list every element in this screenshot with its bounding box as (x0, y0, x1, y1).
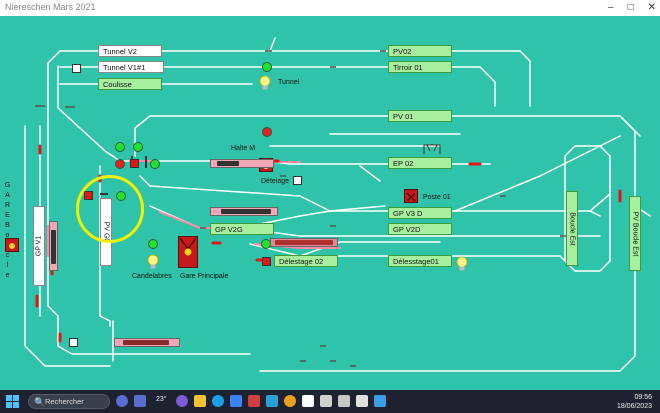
app-icon[interactable] (194, 395, 206, 407)
lightbulb-tunnel-icon[interactable] (258, 75, 272, 91)
app-icon[interactable] (338, 395, 350, 407)
button-gare-principale[interactable] (178, 236, 198, 268)
freight-icon (123, 340, 169, 345)
train-gp-v2[interactable] (270, 238, 338, 247)
train-bottom[interactable] (114, 338, 180, 347)
label-gp-v3-d[interactable]: GP V3 D (388, 207, 452, 219)
text-halte-m: Halte M (231, 145, 256, 152)
text-candelabres: Candelabres (132, 273, 172, 280)
search-placeholder: Rechercher (45, 397, 84, 406)
app-icon[interactable] (134, 395, 146, 407)
maximize-button[interactable]: □ (628, 2, 634, 13)
locomotive-icon (221, 209, 271, 214)
label-boucle-est-text: Boucle Est (568, 211, 576, 246)
label-ep02[interactable]: EP 02 (388, 157, 452, 169)
signal-green-2[interactable] (150, 159, 160, 169)
carriage-icon (275, 240, 333, 245)
indicator-red-2[interactable] (130, 159, 139, 168)
indicator-bottom[interactable] (69, 338, 78, 347)
train-halte-m[interactable] (210, 159, 274, 168)
taskbar-clock[interactable]: 09:56 18/06/2023 (617, 393, 652, 411)
label-tunnel-v1[interactable]: Tunnel V1#1 (98, 61, 164, 73)
window-controls: – □ ✕ (608, 2, 656, 13)
minimize-button[interactable]: – (608, 2, 614, 13)
gare-letter: G (4, 182, 11, 189)
lightbulb-delesstage-icon[interactable] (455, 256, 469, 272)
app-icon[interactable] (176, 395, 188, 407)
label-pv01[interactable]: PV 01 (388, 110, 452, 122)
clock-date: 18/06/2023 (616, 403, 652, 410)
app-icon[interactable] (248, 395, 260, 407)
search-icon: 🔍 (34, 397, 46, 407)
label-delestage02[interactable]: Délestage 02 (274, 255, 338, 267)
app-icon[interactable] (266, 395, 278, 407)
label-boucle-est[interactable]: Boucle Est (566, 191, 578, 266)
signal-pvg0-green-1[interactable] (115, 142, 125, 152)
signal-pvg0-green-2[interactable] (133, 142, 143, 152)
indicator-detelage[interactable] (293, 176, 302, 185)
lightbulb-candelabres-icon[interactable] (146, 254, 160, 270)
locomotive-icon (51, 230, 56, 264)
label-gp-v1[interactable]: GP V1 (33, 206, 45, 286)
label-tunnel-v2[interactable]: Tunnel V2 (98, 45, 162, 57)
locomotive-icon (217, 161, 239, 166)
gare-letter: l (6, 262, 9, 269)
button-gare-boucle[interactable] (5, 238, 19, 252)
signal-candelabres-green[interactable] (148, 239, 158, 249)
label-gp-v1-text: GP V1 (35, 235, 43, 257)
text-poste01: Poste 01 (423, 194, 451, 201)
app-icon[interactable] (302, 395, 314, 407)
gare-letter: A (5, 192, 10, 199)
label-gp-v2g[interactable]: GP V2G (210, 223, 274, 235)
app-icon[interactable] (374, 395, 386, 407)
gare-boucle-icon (9, 243, 15, 249)
gare-principale-icon (179, 237, 197, 256)
track-layout-canvas: Tunnel V2 Tunnel V1#1 Coulisse PV02 Tirr… (0, 16, 660, 390)
close-button[interactable]: ✕ (648, 2, 656, 13)
train-gp-v1[interactable] (49, 221, 58, 271)
text-tunnel: Tunnel (278, 79, 300, 86)
app-icon[interactable] (116, 395, 128, 407)
button-poste01[interactable] (404, 189, 418, 203)
label-tirroir01[interactable]: Tirroir 01 (388, 61, 452, 73)
indicator-red-3[interactable] (262, 257, 271, 266)
taskbar: 🔍 Rechercher 23° 09:56 18/06/2023 (0, 390, 660, 413)
app-window: Niereschen Mars 2021 – □ ✕ Tunnel V2 Tun… (0, 0, 660, 413)
highlight-ring (76, 175, 144, 243)
app-icon[interactable] (230, 395, 242, 407)
windows-start-icon[interactable] (6, 395, 19, 408)
gare-letter: e (5, 272, 10, 279)
window-title: Niereschen Mars 2021 (5, 2, 96, 12)
weather-indicator[interactable]: 23° (156, 396, 167, 403)
train-gp-v3[interactable] (210, 207, 278, 216)
label-pv-boucle-est[interactable]: PV Boucle Est (629, 196, 641, 271)
label-coulisse[interactable]: Coulisse (98, 78, 162, 90)
track-pv01-line (134, 115, 636, 372)
taskbar-search-box[interactable]: 🔍 Rechercher (28, 394, 110, 409)
gare-letter: R (4, 202, 11, 209)
app-icon[interactable] (320, 395, 332, 407)
app-icon[interactable] (356, 395, 368, 407)
gare-boucle-vertical-label: G A R E B o u c l e (3, 181, 12, 281)
label-gp-v2d[interactable]: GP V2D (388, 223, 452, 235)
gare-letter: E (5, 212, 10, 219)
poste-x-icon (406, 192, 416, 202)
gare-letter: B (5, 222, 10, 229)
app-icon[interactable] (212, 395, 224, 407)
label-pv02[interactable]: PV02 (388, 45, 452, 57)
signal-red-1[interactable] (115, 159, 125, 169)
clock-time: 09:56 (634, 394, 652, 401)
label-pv-boucle-est-text: PV Boucle Est (631, 211, 639, 256)
text-detelage: Dételage (261, 178, 290, 185)
app-icon[interactable] (284, 395, 296, 407)
indicator-coulisse[interactable] (72, 64, 81, 73)
signal-halte-m-red[interactable] (262, 127, 272, 137)
label-delesstage01[interactable]: Délesstage01 (388, 255, 452, 267)
signal-tunnel-green[interactable] (262, 62, 272, 72)
title-bar: Niereschen Mars 2021 – □ ✕ (0, 0, 660, 17)
text-gare-principale: Gare Principale (180, 273, 229, 280)
